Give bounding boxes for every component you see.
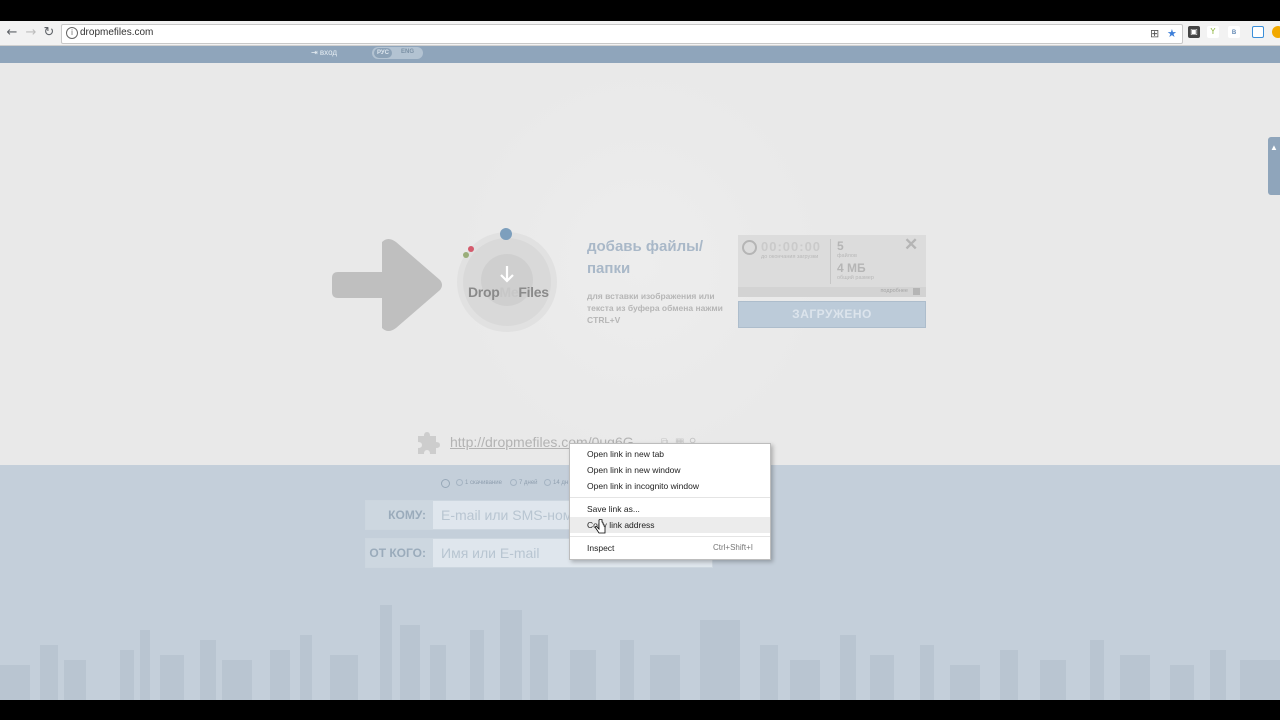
translate-icon[interactable]: ⊞ <box>1150 27 1159 41</box>
arrow-icon <box>332 239 442 331</box>
cursor-icon <box>595 519 606 534</box>
site-header: ⇥ вход РУС ENG <box>0 46 1280 63</box>
language-switch[interactable]: РУС ENG <box>372 47 423 59</box>
files-count: 5 <box>837 239 844 253</box>
login-link[interactable]: ⇥ вход <box>311 48 337 57</box>
option-14-days[interactable]: 14 дн <box>544 479 568 486</box>
paste-hint: для вставки изображения или текста из бу… <box>587 291 723 325</box>
option-one-download[interactable]: 1 скачивание <box>456 479 502 486</box>
ctx-inspect[interactable]: Inspect Ctrl+Shift+I <box>570 540 770 556</box>
extension-icon-5[interactable] <box>1272 26 1280 38</box>
ctx-separator <box>570 497 770 498</box>
lang-eng[interactable]: ENG <box>401 49 414 55</box>
thumbs-up-icon: ▲ <box>1270 143 1278 152</box>
timer-caption: до окончания загрузки <box>761 254 819 260</box>
context-menu: Open link in new tab Open link in new wi… <box>569 443 771 560</box>
total-size: 4 МБ <box>837 261 866 275</box>
uploaded-button[interactable]: ЗАГРУЖЕНО <box>738 301 926 328</box>
upload-stats-panel: 00:00:00 до окончания загрузки 5 файлов … <box>738 235 926 297</box>
size-caption: общий размер <box>837 275 874 281</box>
ctx-save-link-as[interactable]: Save link as... <box>570 501 770 517</box>
star-icon[interactable]: ★ <box>1167 27 1177 41</box>
top-black-bar <box>0 0 1280 21</box>
extension-icon-4[interactable] <box>1252 26 1264 38</box>
ctx-open-new-window[interactable]: Open link in new window <box>570 462 770 478</box>
logo-dot-blue <box>500 228 512 240</box>
puzzle-icon <box>418 432 440 454</box>
address-bar[interactable]: i dropmefiles.com ⊞ ★ <box>61 24 1183 44</box>
add-files-title[interactable]: добавь файлы/папки <box>587 236 717 280</box>
logo-text: DropMeFiles <box>468 284 549 300</box>
bottom-black-bar <box>0 700 1280 720</box>
lang-rus[interactable]: РУС <box>374 48 392 58</box>
address-url: dropmefiles.com <box>80 27 154 38</box>
extension-icon-2[interactable]: Y <box>1207 26 1219 38</box>
back-icon[interactable]: ← <box>4 25 20 41</box>
clock-icon <box>742 240 757 255</box>
logo-circle[interactable] <box>455 226 565 336</box>
stats-divider <box>830 239 831 284</box>
side-feedback-tab[interactable]: ▲ <box>1268 137 1280 195</box>
option-7-days[interactable]: 7 дней <box>510 479 538 486</box>
details-bar[interactable]: подробнее <box>738 287 926 297</box>
ctx-open-incognito[interactable]: Open link in incognito window <box>570 478 770 494</box>
forward-icon[interactable]: → <box>23 25 39 41</box>
expiry-clock-icon <box>441 479 450 488</box>
from-label: ОТ КОГО: <box>366 539 433 567</box>
city-skyline <box>0 605 1280 700</box>
details-label: подробнее <box>880 288 908 294</box>
extension-icon-3[interactable]: в <box>1228 26 1240 38</box>
logo-dot-red <box>468 246 474 252</box>
expand-icon <box>913 288 920 295</box>
files-caption: файлов <box>837 253 857 259</box>
extension-icon-1[interactable]: ▣ <box>1188 26 1200 38</box>
close-icon[interactable]: ✕ <box>904 235 918 255</box>
info-icon[interactable]: i <box>66 27 78 39</box>
ctx-open-new-tab[interactable]: Open link in new tab <box>570 446 770 462</box>
ctx-separator <box>570 536 770 537</box>
to-label: КОМУ: <box>366 501 433 529</box>
browser-toolbar: ← → ↻ i dropmefiles.com ⊞ ★ ▣ Y в <box>0 21 1280 46</box>
logo-dot-green <box>463 252 469 258</box>
reload-icon[interactable]: ↻ <box>41 25 57 41</box>
timer-value: 00:00:00 <box>761 239 822 254</box>
